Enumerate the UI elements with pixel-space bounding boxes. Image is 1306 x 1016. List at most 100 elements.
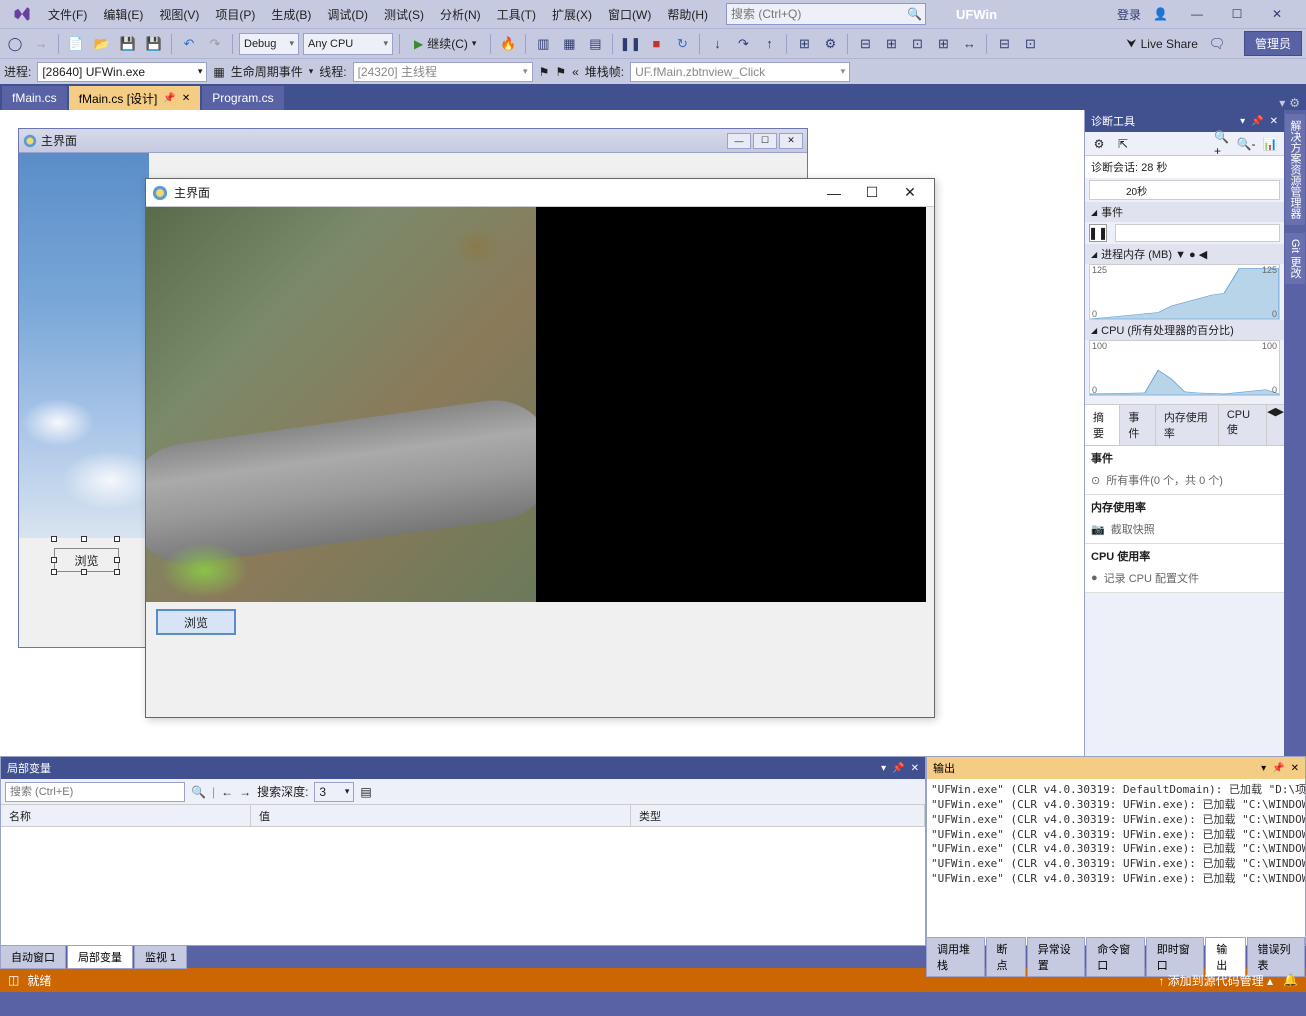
btab-exceptions[interactable]: 异常设置 bbox=[1027, 937, 1086, 977]
status-bell-icon[interactable]: 🔔 bbox=[1283, 973, 1298, 987]
designer-close-icon[interactable]: ✕ bbox=[779, 133, 803, 149]
btab-watch1[interactable]: 监视 1 bbox=[134, 945, 187, 969]
redo-icon[interactable]: ↷ bbox=[204, 33, 226, 55]
sidebar-tab-solution[interactable]: 解决方案资源管理器 bbox=[1285, 114, 1305, 225]
menu-analyze[interactable]: 分析(N) bbox=[432, 2, 489, 27]
quick-search[interactable]: 🔍 bbox=[726, 3, 926, 25]
flag2-icon[interactable]: ⚑ bbox=[555, 65, 566, 79]
diag-events-header[interactable]: 事件 bbox=[1085, 202, 1284, 222]
btab-callstack[interactable]: 调用堆栈 bbox=[926, 937, 985, 977]
locals-search-icon[interactable]: 🔍 bbox=[191, 785, 206, 799]
locals-nav-fwd-icon[interactable]: → bbox=[239, 785, 251, 799]
runapp-titlebar[interactable]: 主界面 — ☐ ✕ bbox=[146, 179, 934, 207]
account-icon[interactable]: 👤 bbox=[1153, 7, 1168, 21]
diag-tab-cpu[interactable]: CPU 使 bbox=[1219, 405, 1267, 445]
lifecycle-icon[interactable]: ▦ bbox=[213, 65, 224, 79]
btab-autos[interactable]: 自动窗口 bbox=[0, 945, 66, 969]
save-all-icon[interactable]: 💾 bbox=[143, 33, 165, 55]
login-link[interactable]: 登录 bbox=[1117, 6, 1141, 23]
menu-tools[interactable]: 工具(T) bbox=[489, 2, 544, 27]
tb-icon-2[interactable]: ▦ bbox=[558, 33, 580, 55]
output-pin-icon[interactable]: 📌 bbox=[1272, 763, 1284, 774]
locals-close-icon[interactable]: ✕ bbox=[911, 763, 919, 774]
tb-align-2[interactable]: ⊞ bbox=[880, 33, 902, 55]
diag-chart-icon[interactable]: 📊 bbox=[1262, 136, 1278, 152]
output-close-icon[interactable]: ✕ bbox=[1291, 763, 1299, 774]
undo-icon[interactable]: ↶ bbox=[178, 33, 200, 55]
diag-tab-events[interactable]: 事件 bbox=[1120, 405, 1155, 445]
sel-handle[interactable] bbox=[114, 557, 120, 563]
locals-col-name[interactable]: 名称 bbox=[1, 805, 251, 826]
tb-align-6[interactable]: ⊟ bbox=[993, 33, 1015, 55]
step-into-icon[interactable]: ↓ bbox=[706, 33, 728, 55]
new-file-icon[interactable]: 📄 bbox=[65, 33, 87, 55]
sel-handle[interactable] bbox=[81, 569, 87, 575]
diag-pin-icon[interactable]: 📌 bbox=[1251, 116, 1263, 127]
feedback-icon[interactable]: 🗨 bbox=[1206, 33, 1228, 55]
pin-icon[interactable]: 📌 bbox=[163, 93, 175, 104]
tb-misc-2[interactable]: ⚙ bbox=[819, 33, 841, 55]
step-over-icon[interactable]: ↷ bbox=[732, 33, 754, 55]
menu-build[interactable]: 生成(B) bbox=[263, 2, 319, 27]
diag-tab-right-icon[interactable]: ▶ bbox=[1276, 405, 1284, 445]
quick-search-input[interactable] bbox=[731, 7, 907, 21]
diag-close-icon[interactable]: ✕ bbox=[1270, 116, 1278, 127]
diag-tab-left-icon[interactable]: ◀ bbox=[1267, 405, 1275, 445]
menu-extensions[interactable]: 扩展(X) bbox=[544, 2, 600, 27]
designer-min-icon[interactable]: — bbox=[727, 133, 751, 149]
locals-col-type[interactable]: 类型 bbox=[631, 805, 925, 826]
stack-combo[interactable]: UF.fMain.zbtnview_Click▾ bbox=[630, 62, 850, 82]
nav-fwd-icon[interactable]: → bbox=[30, 33, 52, 55]
diag-export-icon[interactable]: ⇱ bbox=[1115, 136, 1131, 152]
menu-window[interactable]: 窗口(W) bbox=[600, 2, 659, 27]
tb-align-4[interactable]: ⊞ bbox=[932, 33, 954, 55]
btab-locals[interactable]: 局部变量 bbox=[67, 945, 133, 969]
locals-search-input[interactable] bbox=[5, 782, 185, 802]
menu-help[interactable]: 帮助(H) bbox=[659, 2, 716, 27]
pause-icon[interactable]: ❚❚ bbox=[619, 33, 641, 55]
locals-dropdown-icon[interactable]: ▾ bbox=[881, 763, 886, 774]
tab-close-icon[interactable]: ✕ bbox=[182, 93, 190, 104]
tb-icon-1[interactable]: ▥ bbox=[532, 33, 554, 55]
running-app-window[interactable]: 主界面 — ☐ ✕ 浏览 bbox=[145, 178, 935, 718]
sel-handle[interactable] bbox=[51, 557, 57, 563]
sel-handle[interactable] bbox=[51, 569, 57, 575]
diag-zoomout-icon[interactable]: 🔍- bbox=[1238, 136, 1254, 152]
step-out-icon[interactable]: ↑ bbox=[758, 33, 780, 55]
output-dropdown-icon[interactable]: ▾ bbox=[1261, 763, 1266, 774]
diag-pause-icon[interactable]: ❚❚ bbox=[1089, 224, 1107, 242]
diag-timeline[interactable]: 20秒 bbox=[1089, 180, 1280, 200]
runapp-max-icon[interactable]: ☐ bbox=[854, 183, 890, 203]
tb-misc-1[interactable]: ⊞ bbox=[793, 33, 815, 55]
runapp-close-icon[interactable]: ✕ bbox=[892, 183, 928, 203]
diag-tab-mem[interactable]: 内存使用率 bbox=[1156, 405, 1219, 445]
flag-icon[interactable]: ⚑ bbox=[539, 65, 550, 79]
locals-body[interactable] bbox=[1, 827, 925, 945]
open-file-icon[interactable]: 📂 bbox=[91, 33, 113, 55]
tab-fmain-design[interactable]: fMain.cs [设计]📌✕ bbox=[69, 86, 201, 110]
locals-col-value[interactable]: 值 bbox=[251, 805, 631, 826]
diag-gear-icon[interactable]: ⚙ bbox=[1091, 136, 1107, 152]
tb-align-7[interactable]: ⊡ bbox=[1019, 33, 1041, 55]
menu-debug[interactable]: 调试(D) bbox=[319, 2, 376, 27]
diag-events-link[interactable]: ⊙所有事件(0 个，共 0 个) bbox=[1091, 470, 1278, 490]
designer-surface[interactable]: 主界面 — ☐ ✕ 浏览 bbox=[0, 110, 1084, 756]
tb-icon-3[interactable]: ▤ bbox=[584, 33, 606, 55]
designer-max-icon[interactable]: ☐ bbox=[753, 133, 777, 149]
diag-zoomin-icon[interactable]: 🔍+ bbox=[1214, 136, 1230, 152]
btab-breakpoints[interactable]: 断点 bbox=[986, 937, 1026, 977]
runapp-browse-button[interactable]: 浏览 bbox=[156, 609, 236, 635]
menu-view[interactable]: 视图(V) bbox=[151, 2, 207, 27]
diag-tab-summary[interactable]: 摘要 bbox=[1085, 405, 1120, 445]
tabs-dropdown-icon[interactable]: ▾ bbox=[1279, 96, 1285, 110]
menu-test[interactable]: 测试(S) bbox=[376, 2, 432, 27]
menu-project[interactable]: 项目(P) bbox=[207, 2, 263, 27]
sel-handle[interactable] bbox=[114, 569, 120, 575]
process-combo[interactable]: [28640] UFWin.exe▾ bbox=[37, 62, 207, 82]
diag-cpu-header[interactable]: CPU (所有处理器的百分比) bbox=[1085, 320, 1284, 340]
stop-icon[interactable]: ■ bbox=[645, 33, 667, 55]
live-share-button[interactable]: ⮟ Live Share bbox=[1126, 36, 1198, 51]
tabs-gear-icon[interactable]: ⚙ bbox=[1289, 96, 1300, 110]
locals-filter-icon[interactable]: ▤ bbox=[360, 785, 371, 799]
save-icon[interactable]: 💾 bbox=[117, 33, 139, 55]
